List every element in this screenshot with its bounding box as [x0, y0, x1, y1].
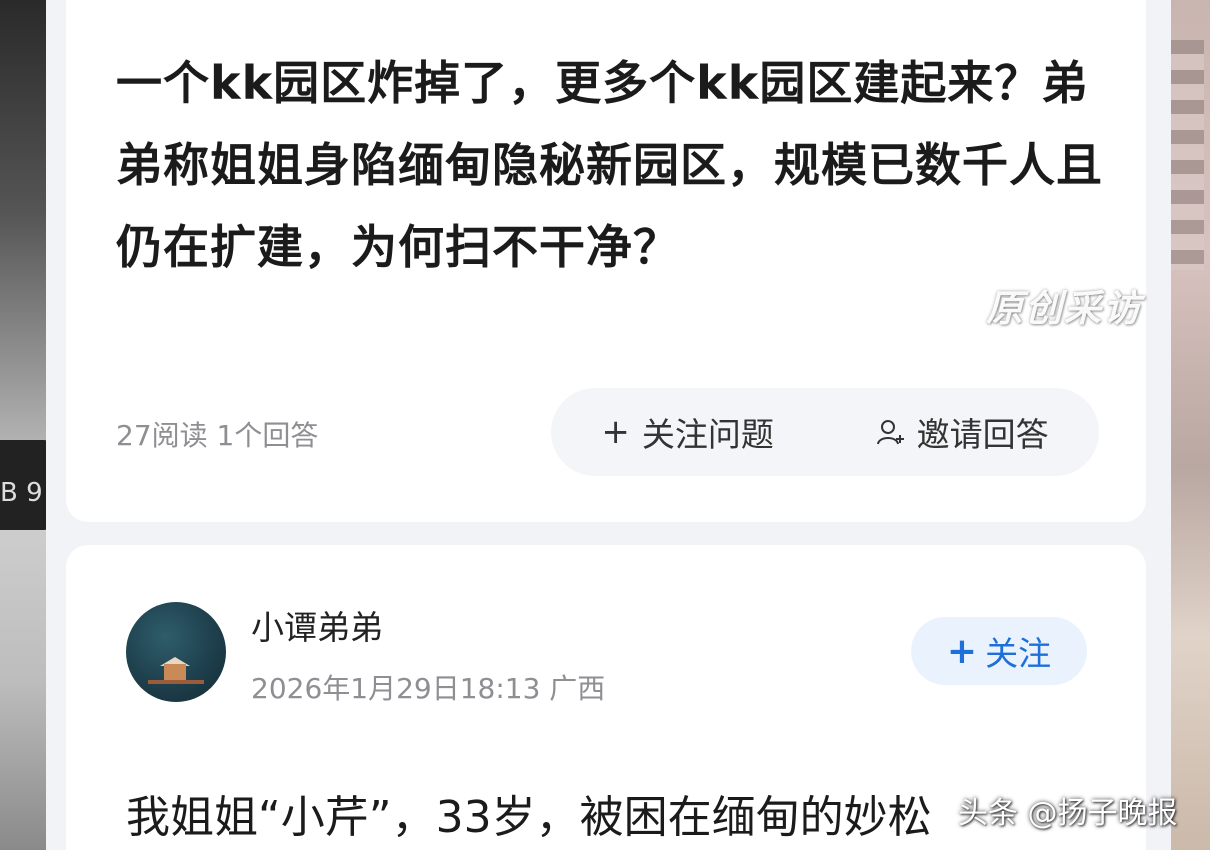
watermark-original-interview: 原创采访 [986, 287, 1142, 330]
plus-icon: + [601, 412, 630, 452]
question-action-bar: + 关注问题 邀请回答 [551, 388, 1099, 476]
avatar-ground [148, 680, 204, 684]
license-plate-text: B 9 [0, 478, 43, 508]
follow-question-label: 关注问题 [641, 415, 774, 454]
avatar[interactable] [126, 602, 226, 702]
follow-author-button[interactable]: + 关注 [911, 617, 1087, 685]
author-name[interactable]: 小谭弟弟 [251, 601, 383, 649]
watermark-source: 头条 @扬子晚报 [958, 796, 1178, 831]
follow-author-label: 关注 [985, 634, 1052, 673]
question-card: 一个kk园区炸掉了，更多个kk园区建起来？弟弟称姐姐身陷缅甸隐秘新园区，规模已数… [66, 0, 1146, 522]
person-plus-icon [876, 420, 904, 445]
answer-meta: 2026年1月29日18:13 广西 [251, 672, 606, 705]
qa-app: 一个kk园区炸掉了，更多个kk园区建起来？弟弟称姐姐身陷缅甸隐秘新园区，规模已数… [46, 0, 1171, 850]
plus-icon: + [946, 630, 978, 672]
invite-answer-button[interactable]: 邀请回答 [875, 408, 1049, 456]
question-stats: 27阅读 1个回答 [116, 419, 319, 452]
question-title: 一个kk园区炸掉了，更多个kk园区建起来？弟弟称姐姐身陷缅甸隐秘新园区，规模已数… [116, 56, 1103, 274]
avatar-hut [164, 664, 186, 680]
invite-answer-label: 邀请回答 [916, 415, 1049, 454]
follow-question-button[interactable]: + 关注问题 [601, 408, 774, 456]
